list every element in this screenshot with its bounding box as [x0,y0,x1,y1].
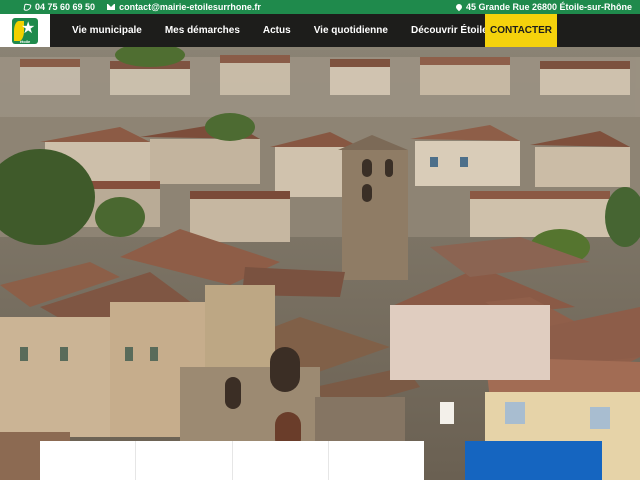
nav-item-vie-municipale[interactable]: Vie municipale [72,25,142,36]
quick-access-panel [40,441,424,480]
nav-item-vie-quotidienne[interactable]: Vie quotidienne [314,25,388,36]
distant-houses [0,55,640,127]
nav-item-decouvrir-etoile[interactable]: Découvrir Étoile [411,25,488,36]
middle-houses [0,117,640,242]
contact-button[interactable]: CONTACTER [485,14,557,47]
logo-badge: ★ étoile [12,17,38,44]
address-contact[interactable]: 45 Grande Rue 26800 Étoile-sur-Rhône [454,2,632,12]
phone-contact[interactable]: 04 75 60 69 50 [23,2,96,12]
email-address: contact@mairie-etoilesurrhone.fr [119,2,261,12]
postal-address: 45 Grande Rue 26800 Étoile-sur-Rhône [465,2,632,12]
site-logo[interactable]: ★ étoile [0,14,50,47]
nav-item-actus[interactable]: Actus [263,25,291,36]
village-rooftops-illustration [0,47,640,480]
quick-access-tile[interactable] [40,441,137,480]
map-pin-icon [454,2,464,12]
email-contact[interactable]: contact@mairie-etoilesurrhone.fr [107,2,261,12]
quick-access-tile[interactable] [233,441,329,480]
nav-menu: Vie municipale Mes démarches Actus Vie q… [72,14,488,47]
main-navigation: ★ étoile Vie municipale Mes démarches Ac… [0,14,640,47]
hero-image [0,47,640,480]
nav-item-mes-demarches[interactable]: Mes démarches [165,25,240,36]
quick-access-tile[interactable] [136,441,233,480]
mail-icon [107,4,116,10]
phone-icon [23,2,32,12]
phone-number: 04 75 60 69 50 [35,2,96,12]
star-icon: ★ [21,19,36,37]
logo-wordmark: étoile [19,38,31,44]
quick-access-tile[interactable] [329,441,424,480]
top-info-bar: 04 75 60 69 50 contact@mairie-etoilesurr… [0,0,640,14]
highlight-panel[interactable] [465,441,602,480]
bell-tower [338,135,408,280]
